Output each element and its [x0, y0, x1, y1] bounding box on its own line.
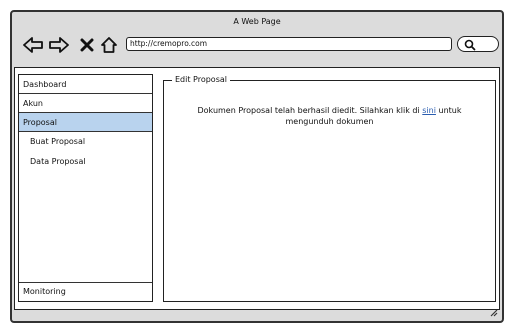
home-button[interactable] — [98, 35, 120, 55]
search-icon — [464, 39, 476, 51]
sidebar-item-monitoring[interactable]: Monitoring — [19, 282, 152, 301]
stop-button[interactable] — [76, 35, 98, 55]
back-button[interactable] — [22, 35, 44, 55]
sidebar-item-dashboard[interactable]: Dashboard — [19, 75, 152, 94]
window-title: A Web Page — [233, 17, 281, 26]
sidebar-item-proposal[interactable]: Proposal — [19, 113, 152, 132]
search-field[interactable] — [457, 36, 499, 52]
panel-title: Edit Proposal — [172, 74, 230, 85]
home-icon — [101, 37, 117, 53]
back-arrow-icon — [23, 37, 43, 53]
address-bar[interactable]: http://cremopro.com — [126, 37, 452, 51]
download-link[interactable]: sini — [422, 106, 436, 115]
success-message: Dokumen Proposal telah berhasil diedit. … — [174, 105, 485, 127]
close-icon — [80, 38, 94, 52]
sidebar: Dashboard Akun Proposal Buat Proposal Da… — [18, 74, 153, 302]
resize-grip-icon[interactable] — [490, 309, 498, 317]
browser-window: A Web Page http://cremopro.com Dashboard… — [10, 10, 504, 323]
sidebar-subitem-data-proposal[interactable]: Data Proposal — [19, 152, 152, 172]
message-text-before: Dokumen Proposal telah berhasil diedit. … — [197, 106, 420, 115]
edit-proposal-panel: Edit Proposal Dokumen Proposal telah ber… — [163, 74, 496, 302]
forward-arrow-icon — [49, 37, 69, 53]
forward-button[interactable] — [48, 35, 70, 55]
sidebar-subitem-buat-proposal[interactable]: Buat Proposal — [19, 132, 152, 152]
sidebar-item-akun[interactable]: Akun — [19, 94, 152, 113]
